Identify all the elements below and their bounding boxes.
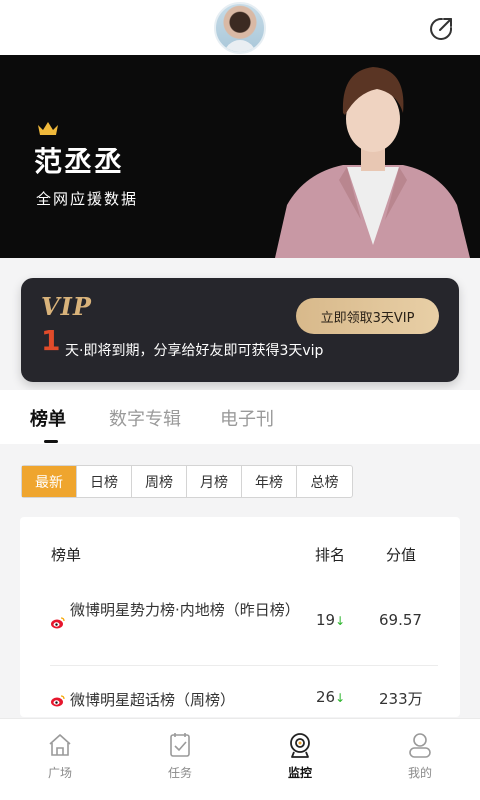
monitor-camera-icon [290, 733, 310, 758]
filter-weekly[interactable]: 周榜 [132, 466, 187, 497]
ranking-position: 19↓ [316, 611, 346, 629]
banner-subtitle: 全网应援数据 [36, 190, 139, 208]
filter-yearly[interactable]: 年榜 [242, 466, 297, 497]
period-filter: 最新 日榜 周榜 月榜 年榜 总榜 [21, 465, 353, 498]
avatar[interactable] [214, 2, 266, 54]
profile-icon [409, 733, 431, 758]
tab-e-magazine[interactable]: 电子刊 [220, 405, 274, 431]
vip-days-left: 1 [41, 324, 61, 357]
share-out-icon[interactable] [428, 16, 454, 42]
app-page: 范丞丞 全网应援数据 VIP 立即领取3天VIP 1 天·即将到期，分享给好友即… [0, 0, 480, 800]
tab-rankings[interactable]: 榜单 [30, 405, 66, 431]
nav-label: 任务 [167, 766, 192, 780]
filter-total[interactable]: 总榜 [297, 466, 352, 497]
trend-down-icon: ↓ [335, 614, 346, 628]
nav-tasks[interactable]: 任务 [150, 731, 210, 781]
vip-logo: VIP [41, 292, 92, 321]
row-divider [50, 665, 438, 666]
trend-down-icon: ↓ [335, 691, 346, 705]
content-tabs: 榜单 数字专辑 电子刊 [0, 390, 480, 444]
idol-photo [275, 67, 470, 258]
table-row[interactable]: 微博明星超话榜（周榜） 26↓ 233万 [20, 685, 460, 717]
ranking-name: 微博明星势力榜·内地榜（昨日榜） [70, 601, 300, 619]
ranking-position: 26↓ [316, 688, 346, 706]
bottom-nav: 广场 任务 监控 我的 [0, 718, 480, 800]
nav-mine[interactable]: 我的 [390, 731, 450, 781]
claim-vip-button[interactable]: 立即领取3天VIP [296, 298, 439, 334]
nav-monitor[interactable]: 监控 [270, 731, 330, 781]
column-header-list: 榜单 [51, 546, 82, 564]
column-header-score: 分值 [386, 546, 417, 564]
task-clipboard-icon [170, 733, 190, 757]
ranking-score: 69.57 [379, 611, 422, 629]
nav-label: 广场 [47, 766, 72, 780]
filter-daily[interactable]: 日榜 [77, 466, 132, 497]
home-icon [49, 734, 71, 756]
vip-expire-message: 天·即将到期，分享给好友即可获得3天vip [65, 343, 324, 359]
top-bar [0, 0, 480, 55]
ranking-name: 微博明星超话榜（周榜） [70, 691, 236, 709]
filter-latest[interactable]: 最新 [22, 466, 77, 497]
idol-name: 范丞丞 [34, 145, 125, 178]
nav-plaza[interactable]: 广场 [30, 731, 90, 781]
table-row[interactable]: 微博明星势力榜·内地榜（昨日榜） 19↓ 69.57 [20, 595, 460, 665]
weibo-icon [51, 617, 65, 629]
idol-banner[interactable]: 范丞丞 全网应援数据 [0, 55, 480, 258]
nav-label: 监控 [287, 766, 312, 780]
vip-card: VIP 立即领取3天VIP 1 天·即将到期，分享给好友即可获得3天vip [21, 278, 459, 382]
period-filter-area: 最新 日榜 周榜 月榜 年榜 总榜 [0, 444, 480, 514]
tab-digital-album[interactable]: 数字专辑 [109, 405, 181, 431]
column-header-rank: 排名 [315, 546, 346, 564]
filter-monthly[interactable]: 月榜 [187, 466, 242, 497]
ranking-score: 233万 [379, 690, 423, 708]
active-tab-indicator [44, 440, 58, 443]
ranking-table: 榜单 排名 分值 微博明星势力榜·内地榜（昨日榜） 19↓ 69.57 微博明星… [20, 517, 460, 717]
weibo-icon [51, 695, 65, 707]
nav-label: 我的 [407, 766, 432, 780]
crown-icon [38, 122, 58, 135]
